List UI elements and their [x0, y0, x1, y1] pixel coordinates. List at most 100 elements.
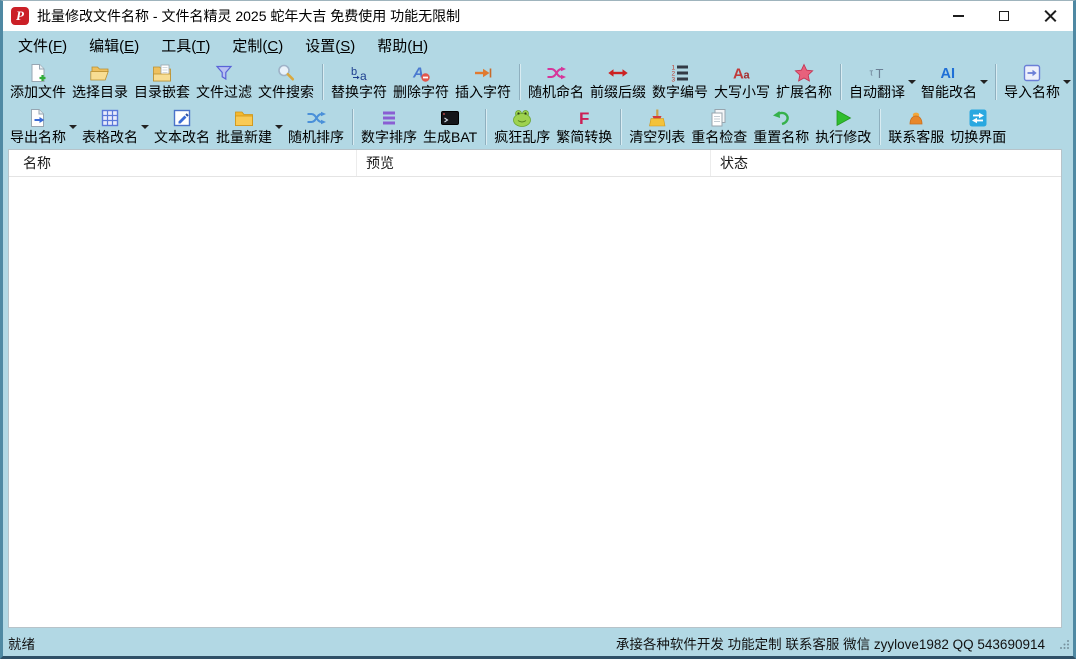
chevron-down-icon[interactable]	[141, 125, 149, 129]
toolbar-button-dup-check[interactable]: 重名检查	[688, 106, 750, 147]
toolbar-button-export-names[interactable]: 导出名称	[7, 106, 79, 147]
toolbar-button-gen-bat[interactable]: 生成BAT	[420, 106, 480, 147]
toolbar-button-reset-names[interactable]: 重置名称	[750, 106, 812, 147]
chevron-down-icon[interactable]	[275, 125, 283, 129]
double-arrow-icon	[607, 62, 629, 84]
toolbar-button-label: 数字排序	[361, 129, 417, 146]
menu-item-label: 编辑(E)	[89, 38, 139, 55]
toolbar-button-file-search[interactable]: 文件搜索	[255, 61, 317, 102]
toolbar-button-text-rename[interactable]: 文本改名	[151, 106, 213, 147]
toolbar-button-label: 联系客服	[888, 129, 944, 146]
toolbar-separator	[485, 109, 486, 145]
toolbar-button-label: 替换字符	[331, 84, 387, 101]
menu-item-settings[interactable]: 设置(S)	[294, 32, 366, 59]
toolbar-button-table-rename[interactable]: 表格改名	[79, 106, 151, 147]
toolbar-button-label: 繁简转换	[556, 129, 612, 146]
column-header-name[interactable]: 名称	[9, 150, 357, 176]
menu-item-label: 工具(T)	[161, 38, 210, 55]
title-bar: P 批量修改文件名称 - 文件名精灵 2025 蛇年大吉 免费使用 功能无限制	[3, 1, 1073, 31]
window-title: 批量修改文件名称 - 文件名精灵 2025 蛇年大吉 免费使用 功能无限制	[37, 6, 460, 26]
menu-item-custom[interactable]: 定制(C)	[221, 32, 294, 59]
svg-text:a: a	[360, 69, 367, 83]
chevron-down-icon[interactable]	[980, 80, 988, 84]
status-ready-text: 就绪	[8, 633, 35, 653]
toolbar-button-add-file[interactable]: 添加文件	[7, 61, 69, 102]
export-icon	[27, 107, 49, 129]
toolbar-button-label: 自动翻译	[849, 84, 905, 101]
toolbar-button-switch-ui[interactable]: 切换界面	[947, 106, 1009, 147]
chevron-down-icon[interactable]	[69, 125, 77, 129]
toolbar-button-file-filter[interactable]: 文件过滤	[193, 61, 255, 102]
menu-item-file[interactable]: 文件(F)	[7, 32, 78, 59]
toolbar-row-1: 添加文件选择目录目录嵌套文件过滤文件搜索 ba替换字符A删除字符插入字符随机命名前…	[3, 59, 1073, 104]
column-header-status[interactable]: 状态	[711, 150, 1061, 176]
toolbar-button-random-sort[interactable]: 随机排序	[285, 106, 347, 147]
toolbar-button-replace-char[interactable]: ba替换字符	[328, 61, 390, 102]
toolbar-button-label: 执行修改	[815, 129, 871, 146]
toolbar-button-case-convert[interactable]: Aa大写小写	[711, 61, 773, 102]
table-grid-icon	[99, 107, 121, 129]
minimize-button[interactable]	[935, 1, 981, 31]
toolbar-button-crazy-shuffle[interactable]: 疯狂乱序	[491, 106, 553, 147]
toolbar-button-label: 智能改名	[921, 84, 977, 101]
menu-item-tools[interactable]: 工具(T)	[150, 32, 221, 59]
menu-item-label: 定制(C)	[232, 38, 283, 55]
toolbar-button-number-sort[interactable]: 数字排序	[358, 106, 420, 147]
table-body-empty[interactable]	[9, 177, 1061, 627]
replace-letters-icon: ba	[348, 62, 370, 84]
toolbar-separator	[519, 64, 520, 100]
svg-text:b: b	[351, 66, 357, 78]
toolbar-button-select-dir[interactable]: 选择目录	[69, 61, 131, 102]
maximize-button[interactable]	[981, 1, 1027, 31]
toolbar-button-delete-char[interactable]: A删除字符	[390, 61, 452, 102]
toolbar-button-label: 导出名称	[10, 129, 66, 146]
status-bar: 就绪 承接各种软件开发 功能定制 联系客服 微信 zyylove1982 QQ …	[3, 630, 1073, 656]
toolbar-button-auto-translate[interactable]: τT自动翻译	[846, 61, 918, 102]
toolbar-button-label: 目录嵌套	[134, 84, 190, 101]
toolbar-button-label: 重置名称	[753, 129, 809, 146]
undo-arrow-icon	[770, 107, 792, 129]
search-icon	[275, 62, 297, 84]
new-folder-icon	[233, 107, 255, 129]
toolbar-button-label: 删除字符	[393, 84, 449, 101]
toolbar-button-label: 文件过滤	[196, 84, 252, 101]
toolbar-button-clear-list[interactable]: 清空列表	[626, 106, 688, 147]
svg-text:F: F	[579, 109, 589, 128]
menu-item-edit[interactable]: 编辑(E)	[78, 32, 150, 59]
toolbar-button-prefix-suffix[interactable]: 前缀后缀	[587, 61, 649, 102]
menu-item-help[interactable]: 帮助(H)	[366, 32, 439, 59]
toolbar-button-insert-char[interactable]: 插入字符	[452, 61, 514, 102]
funnel-icon	[213, 62, 235, 84]
toolbar-button-exec-rename[interactable]: 执行修改	[812, 106, 874, 147]
app-logo-icon: P	[11, 7, 29, 25]
toolbar-button-trad-simp[interactable]: F繁简转换	[553, 106, 615, 147]
edit-pencil-icon	[171, 107, 193, 129]
toolbar-button-label: 文本改名	[154, 129, 210, 146]
toolbar-button-label: 生成BAT	[423, 129, 477, 146]
toolbar-button-label: 前缀后缀	[590, 84, 646, 101]
toolbar-button-contact-support[interactable]: 联系客服	[885, 106, 947, 147]
svg-text:T: T	[876, 66, 884, 81]
toolbar-button-ai-rename[interactable]: AI智能改名	[918, 61, 990, 102]
toolbar-button-batch-new[interactable]: 批量新建	[213, 106, 285, 147]
toolbar-button-number-label[interactable]: 123数字编号	[649, 61, 711, 102]
minimize-icon	[953, 15, 964, 17]
toolbar-button-label: 随机排序	[288, 129, 344, 146]
toolbar-button-label: 重名检查	[691, 129, 747, 146]
toolbar-button-label: 数字编号	[652, 84, 708, 101]
numbered-list-icon: 123	[669, 62, 691, 84]
toolbar-button-label: 大写小写	[714, 84, 770, 101]
column-header-preview[interactable]: 预览	[357, 150, 711, 176]
toolbar-button-ext-name[interactable]: 扩展名称	[773, 61, 835, 102]
toolbar-button-dir-nest[interactable]: 目录嵌套	[131, 61, 193, 102]
toolbar-button-label: 选择目录	[72, 84, 128, 101]
toolbar-button-label: 清空列表	[629, 129, 685, 146]
close-button[interactable]	[1027, 1, 1073, 31]
toolbar-button-import-names[interactable]: 导入名称	[1001, 61, 1073, 102]
contact-bell-icon	[905, 107, 927, 129]
resize-grip-icon[interactable]	[1059, 638, 1070, 653]
toolbar-button-random-name[interactable]: 随机命名	[525, 61, 587, 102]
chevron-down-icon[interactable]	[908, 80, 916, 84]
chevron-down-icon[interactable]	[1063, 80, 1071, 84]
toolbar-button-label: 导入名称	[1004, 84, 1060, 101]
